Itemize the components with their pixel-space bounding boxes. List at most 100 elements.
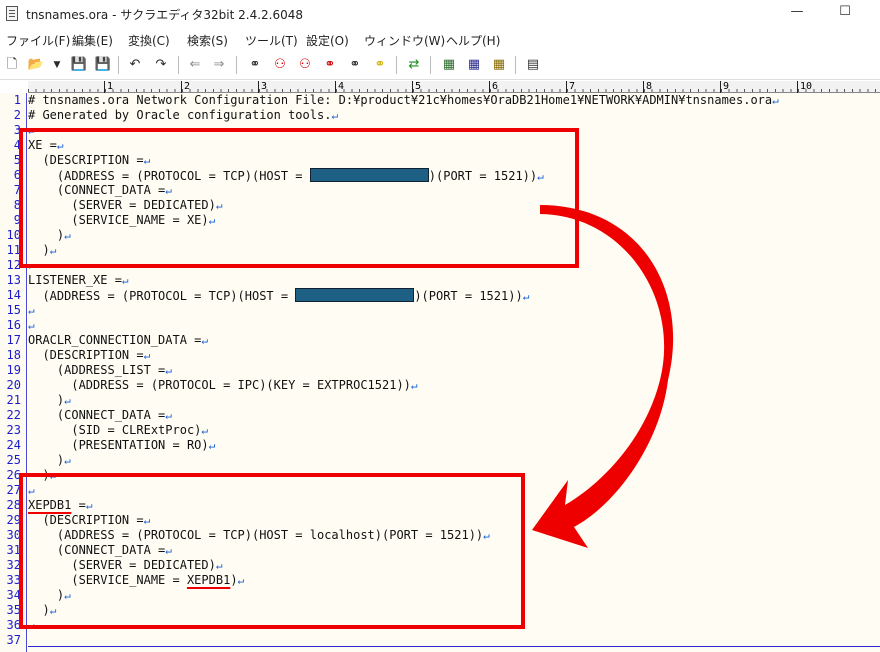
menu-convert[interactable]: 変換(C)	[128, 32, 170, 49]
ruler-mark	[566, 81, 567, 93]
toolbar-separator	[118, 56, 119, 74]
menu-help[interactable]: ヘルプ(H)	[446, 32, 500, 49]
eol-mark: ↵	[208, 439, 216, 452]
search-icon[interactable]: ⚭	[246, 56, 264, 74]
type-settings-icon[interactable]: ▦	[490, 56, 508, 74]
line-text: )(PORT = 1521))	[414, 289, 523, 303]
eol-mark: ↵	[772, 94, 779, 107]
menu-file[interactable]: ファイル(F)	[6, 32, 70, 49]
ruler-mark	[643, 81, 644, 93]
eol-mark: ↵	[143, 349, 151, 362]
save-icon[interactable]: 💾	[70, 56, 88, 74]
line-number: 2	[13, 108, 21, 122]
notepad-icon	[6, 6, 18, 21]
settings-icon[interactable]: ▦	[465, 56, 483, 74]
line-text: (ADDRESS_LIST =	[28, 363, 166, 377]
ruler-number: 6	[492, 81, 499, 92]
code-line: # Generated by Oracle configuration tool…	[28, 108, 338, 123]
outline-icon[interactable]: ⇄	[405, 56, 423, 74]
dropdown-arrow-icon[interactable]: ▼	[48, 56, 66, 74]
undo-icon[interactable]: ↶	[126, 56, 144, 74]
line-number: 14	[6, 288, 21, 302]
ruler-mark	[720, 81, 721, 93]
replace-icon[interactable]: ⚭	[321, 56, 339, 74]
redo-icon[interactable]: ↷	[152, 56, 170, 74]
grep-icon[interactable]: ⚭	[346, 56, 364, 74]
eol-mark: ↵	[165, 364, 172, 377]
line-text: (SID = CLRExtProc)	[28, 423, 202, 437]
line-text: (ADDRESS = (PROTOCOL = TCP)(HOST =	[28, 289, 296, 303]
open-folder-icon[interactable]: 📂	[27, 56, 45, 74]
line-text: (CONNECT_DATA =	[28, 408, 166, 422]
code-line: )↵	[28, 453, 71, 468]
line-text: LISTENER_XE =	[28, 273, 122, 287]
eol-mark: ↵	[121, 274, 129, 287]
jump-back-icon[interactable]: ⇐	[186, 56, 204, 74]
eol-mark: ↵	[28, 319, 35, 332]
eol-mark: ↵	[28, 304, 35, 317]
code-line: )↵	[28, 393, 71, 408]
ruler-mark	[412, 81, 413, 93]
line-number: 18	[6, 348, 21, 362]
code-line: (CONNECT_DATA =↵	[28, 408, 172, 423]
code-line: LISTENER_XE =↵	[28, 273, 129, 288]
ruler-number: 8	[646, 81, 653, 92]
redacted-host	[295, 288, 415, 302]
line-text: ORACLR_CONNECTION_DATA =	[28, 333, 202, 347]
ruler-number: 7	[569, 81, 576, 92]
ruler-number: 9	[723, 81, 730, 92]
search-prev-icon[interactable]: ⚇	[271, 56, 289, 74]
minimize-button[interactable]: —	[787, 3, 807, 21]
ruler-number: 1	[107, 81, 114, 92]
ruler-mark	[335, 81, 336, 93]
line-text: # Generated by Oracle configuration tool…	[28, 108, 332, 122]
maximize-icon: ☐	[839, 4, 851, 19]
code-line: (ADDRESS = (PROTOCOL = IPC)(KEY = EXTPRO…	[28, 378, 418, 393]
menu-search[interactable]: 検索(S)	[187, 32, 228, 49]
ruler-number: 5	[415, 81, 422, 92]
toolbar-separator	[178, 56, 179, 74]
toolbar-separator	[396, 56, 397, 74]
compare-icon[interactable]: ▦	[440, 56, 458, 74]
maximize-button[interactable]: ☐	[835, 3, 855, 21]
end-of-file-line	[28, 646, 880, 647]
save-all-icon[interactable]: 💾	[94, 56, 112, 74]
code-line: (SID = CLRExtProc)↵	[28, 423, 208, 438]
menu-window[interactable]: ウィンドウ(W)	[364, 32, 445, 49]
window-list-icon[interactable]: ▤	[524, 56, 542, 74]
ruler-ticks	[28, 89, 880, 92]
line-text: (PRESENTATION = RO)	[28, 438, 209, 452]
code-line: ORACLR_CONNECTION_DATA =↵	[28, 333, 208, 348]
search-next-icon[interactable]: ⚇	[296, 56, 314, 74]
line-text: # tnsnames.ora Network Configuration Fil…	[28, 93, 773, 107]
menu-bar: ファイル(F) 編集(E) 変換(C) 検索(S) ツール(T) 設定(O) ウ…	[0, 28, 880, 50]
ruler-number: 3	[261, 81, 268, 92]
eol-mark: ↵	[64, 394, 71, 407]
column-ruler: 1 2 3 4 5 6 7 8 9 10	[28, 81, 880, 93]
code-line: ↵	[28, 303, 35, 318]
menu-edit[interactable]: 編集(E)	[72, 32, 113, 49]
line-number: 17	[6, 333, 21, 347]
line-number: 15	[6, 303, 21, 317]
ruler-mark	[797, 81, 798, 93]
ruler-mark	[489, 81, 490, 93]
highlight-icon[interactable]: ⚭	[371, 56, 389, 74]
menu-tools[interactable]: ツール(T)	[245, 32, 298, 49]
xe-entry-highlight	[19, 128, 579, 268]
line-text: )	[28, 393, 65, 407]
code-line: (PRESENTATION = RO)↵	[28, 438, 215, 453]
window-title: tnsnames.ora - サクラエディタ32bit 2.4.2.6048	[26, 8, 304, 22]
ruler-number: 10	[800, 81, 813, 92]
line-number: 23	[6, 423, 21, 437]
eol-mark: ↵	[410, 379, 418, 392]
jump-forward-icon[interactable]: ⇒	[210, 56, 228, 74]
ruler-number: 2	[184, 81, 191, 92]
line-number: 21	[6, 393, 21, 407]
toolbar-separator	[430, 56, 431, 74]
new-file-icon[interactable]: 🗋	[3, 56, 21, 74]
line-number: 20	[6, 378, 21, 392]
code-line: (ADDRESS = (PROTOCOL = TCP)(HOST = )(POR…	[28, 288, 529, 304]
toolbar: 🗋 📂 ▼ 💾 💾 ↶ ↷ ⇐ ⇒ ⚭ ⚇ ⚇ ⚭ ⚭ ⚭ ⇄ ▦ ▦ ▦ ▤	[0, 50, 880, 80]
eol-mark: ↵	[201, 424, 209, 437]
menu-settings[interactable]: 設定(O)	[306, 32, 349, 49]
